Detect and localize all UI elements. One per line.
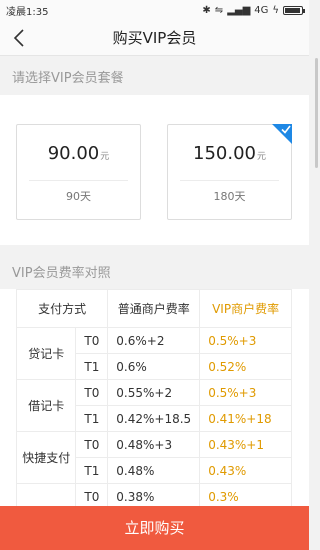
rate-table-header: 支付方式 普通商户费率 VIP商户费率 [15,289,292,328]
table-row: 借记卡 T0 0.55%+2 0.5%+3 [15,379,292,432]
normal-rate: 0.48%+3 [107,431,201,458]
page-title: 购买VIP会员 [112,29,197,47]
settlement-type: T1 [75,457,109,484]
selected-check-badge [272,124,292,144]
battery-icon [283,5,305,15]
payment-method: 贷记卡 [15,327,77,380]
plan-section-label: 请选择VIP会员套餐 [12,71,124,86]
plan-divider [29,180,128,181]
vip-rate: 0.5%+3 [199,327,292,354]
buy-now-button[interactable]: 立即购买 [0,506,309,550]
plan-option-90[interactable]: 90.00元 90天 [16,124,141,220]
plan-area: 90.00元 90天 150.00元 180天 [0,95,309,245]
scrollbar[interactable] [315,58,318,168]
payment-method: 快捷支付 [15,431,77,484]
vibrate-icon: ⇋ [214,4,224,16]
normal-rate: 0.48% [107,457,201,484]
settlement-type: T1 [75,405,109,432]
payment-method: 借记卡 [15,379,77,432]
status-icons: ✱ ⇋ ▂▄▆ 4G ϟ [202,4,305,16]
header-vip-rate: VIP商户费率 [199,289,292,328]
normal-rate: 0.6% [107,353,201,380]
vip-rate: 0.52% [199,353,292,380]
plan-duration: 90天 [66,190,91,203]
settlement-type: T0 [75,431,109,458]
plan-divider [180,180,279,181]
vip-rate: 0.43%+1 [199,431,292,458]
signal-icon: ▂▄▆ [227,4,251,16]
table-row: 贷记卡 T0 0.6%+2 0.5%+3 [15,327,292,380]
normal-rate: 0.6%+2 [107,327,201,354]
plan-price-value: 90.00 [47,143,100,164]
normal-rate: 0.55%+2 [107,379,201,406]
vip-rate: 0.43% [199,457,292,484]
header-method: 支付方式 [15,289,109,328]
vip-rate: 0.41%+18 [199,405,292,432]
nav-bar: 购买VIP会员 [0,20,309,56]
plan-price: 150.00元 [168,143,291,164]
rate-section-label: VIP会员费率对照 [12,266,111,281]
vip-rate: 0.5%+3 [199,379,292,406]
network-type: 4G [254,4,269,16]
plan-price-value: 150.00 [193,143,256,164]
table-row: 快捷支付 T0 0.48%+3 0.43%+1 [15,431,292,484]
normal-rate: 0.42%+18.5 [107,405,201,432]
chevron-left-icon [13,29,24,47]
plan-price-unit: 元 [256,152,266,162]
settlement-type: T0 [75,327,109,354]
settlement-type: T0 [75,379,109,406]
battery-level [285,7,300,13]
rate-table: 支付方式 普通商户费率 VIP商户费率 贷记卡 T0 0.6%+2 0.5%+3… [15,289,292,510]
settlement-type: T1 [75,353,109,380]
check-icon [281,125,291,134]
charging-icon: ϟ [272,4,279,16]
plan-price: 90.00元 [17,143,140,164]
back-button[interactable] [6,24,32,52]
status-time: 凌晨1:35 [6,6,49,18]
header-normal-rate: 普通商户费率 [107,289,201,328]
plan-price-unit: 元 [100,152,110,162]
plan-duration: 180天 [213,190,246,203]
plan-option-180[interactable]: 150.00元 180天 [167,124,292,220]
status-bar: 凌晨1:35 ✱ ⇋ ▂▄▆ 4G ϟ [0,0,309,20]
bluetooth-icon: ✱ [202,4,211,16]
